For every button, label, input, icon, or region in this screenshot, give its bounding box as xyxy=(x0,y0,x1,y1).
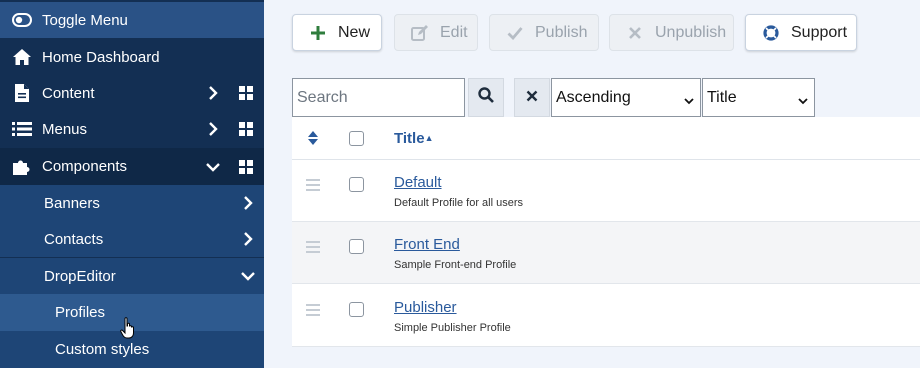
dashboard-grid-icon[interactable] xyxy=(239,159,253,174)
puzzle-icon xyxy=(11,157,33,177)
row-description: Default Profile for all users xyxy=(394,197,523,209)
unpublish-button-label: Unpublish xyxy=(655,23,727,41)
toggle-menu-button[interactable]: Toggle Menu xyxy=(0,2,264,38)
list-icon xyxy=(11,119,33,139)
drag-handle-icon[interactable] xyxy=(306,304,320,319)
row-title-link[interactable]: Publisher xyxy=(394,299,457,316)
row-checkbox[interactable] xyxy=(349,239,364,254)
order-field-value: Title xyxy=(707,88,737,106)
toolbar: New Edit Publish Unpublish Support xyxy=(264,0,920,66)
edit-icon xyxy=(411,24,429,42)
sort-icon[interactable] xyxy=(308,131,318,150)
support-button-label: Support xyxy=(791,23,848,41)
sidebar-item-label: Profiles xyxy=(55,304,106,321)
new-button-label: New xyxy=(338,23,371,41)
unpublish-button[interactable]: Unpublish xyxy=(609,14,734,51)
chevron-right-icon[interactable] xyxy=(241,232,255,246)
table-row: Publisher Simple Publisher Profile xyxy=(292,285,920,347)
drag-handle-icon[interactable] xyxy=(306,241,320,256)
sidebar-item-banners[interactable]: Banners xyxy=(0,185,264,221)
chevron-right-icon[interactable] xyxy=(206,86,220,100)
chevron-right-icon[interactable] xyxy=(241,196,255,210)
order-field-select[interactable]: Title xyxy=(702,78,815,117)
table-header: Title▲ xyxy=(292,117,920,160)
select-all-checkbox[interactable] xyxy=(349,131,364,146)
search-input[interactable] xyxy=(292,78,465,117)
dashboard-grid-icon[interactable] xyxy=(239,86,253,100)
x-icon xyxy=(626,24,644,42)
sidebar-item-home-dashboard[interactable]: Home Dashboard xyxy=(0,39,264,75)
close-icon xyxy=(526,89,538,107)
sidebar-item-label: Home Dashboard xyxy=(42,48,160,66)
profiles-table: Title▲ Default Default Profile for all u… xyxy=(292,117,920,347)
edit-button[interactable]: Edit xyxy=(394,14,478,51)
file-icon xyxy=(11,83,33,103)
sidebar-item-menus[interactable]: Menus xyxy=(0,111,264,147)
sidebar-item-label: Contacts xyxy=(44,230,104,248)
order-direction-value: Ascending xyxy=(556,88,631,106)
chevron-down-icon xyxy=(798,92,808,110)
sidebar-item-label: Menus xyxy=(42,120,88,138)
publish-button-label: Publish xyxy=(535,23,588,41)
plus-icon xyxy=(309,24,327,42)
drag-handle-icon[interactable] xyxy=(306,179,320,194)
sidebar: Toggle Menu Home Dashboard Content Menus… xyxy=(0,0,264,368)
dashboard-grid-icon[interactable] xyxy=(239,122,253,136)
chevron-down-icon xyxy=(684,92,694,110)
order-direction-select[interactable]: Ascending xyxy=(551,78,701,117)
chevron-right-icon[interactable] xyxy=(206,122,220,136)
sidebar-item-content[interactable]: Content xyxy=(0,75,264,111)
chevron-down-icon[interactable] xyxy=(241,269,255,283)
title-header-label: Title xyxy=(394,130,425,147)
row-description: Simple Publisher Profile xyxy=(394,322,511,334)
publish-button[interactable]: Publish xyxy=(489,14,599,51)
table-row: Front End Sample Front-end Profile xyxy=(292,222,920,284)
sidebar-item-label: Banners xyxy=(44,194,100,212)
toggle-menu-label: Toggle Menu xyxy=(42,11,128,29)
search-button[interactable] xyxy=(468,78,504,117)
sort-asc-icon: ▲ xyxy=(424,133,434,143)
edit-button-label: Edit xyxy=(440,23,468,41)
chevron-down-icon[interactable] xyxy=(206,160,220,174)
row-description: Sample Front-end Profile xyxy=(394,259,517,271)
table-row: Default Default Profile for all users xyxy=(292,160,920,222)
sidebar-item-label: Content xyxy=(42,84,95,102)
home-icon xyxy=(11,47,33,67)
row-checkbox[interactable] xyxy=(349,177,364,192)
sidebar-item-label: DropEditor xyxy=(44,267,116,285)
sidebar-item-components[interactable]: Components xyxy=(0,148,264,185)
row-title-link[interactable]: Front End xyxy=(394,236,460,253)
new-button[interactable]: New xyxy=(292,14,382,51)
lifebuoy-icon xyxy=(762,24,780,42)
check-icon xyxy=(506,24,524,42)
search-icon xyxy=(478,87,494,108)
clear-search-button[interactable] xyxy=(514,78,550,117)
sidebar-item-label: Components xyxy=(42,158,128,175)
sidebar-item-dropeditor[interactable]: DropEditor xyxy=(0,258,264,294)
toggle-icon xyxy=(11,10,33,30)
row-title-link[interactable]: Default xyxy=(394,174,442,191)
title-column-header[interactable]: Title▲ xyxy=(394,130,434,147)
support-button[interactable]: Support xyxy=(745,14,857,51)
sidebar-item-contacts[interactable]: Contacts xyxy=(0,221,264,257)
row-checkbox[interactable] xyxy=(349,302,364,317)
hand-cursor-icon xyxy=(120,317,136,344)
